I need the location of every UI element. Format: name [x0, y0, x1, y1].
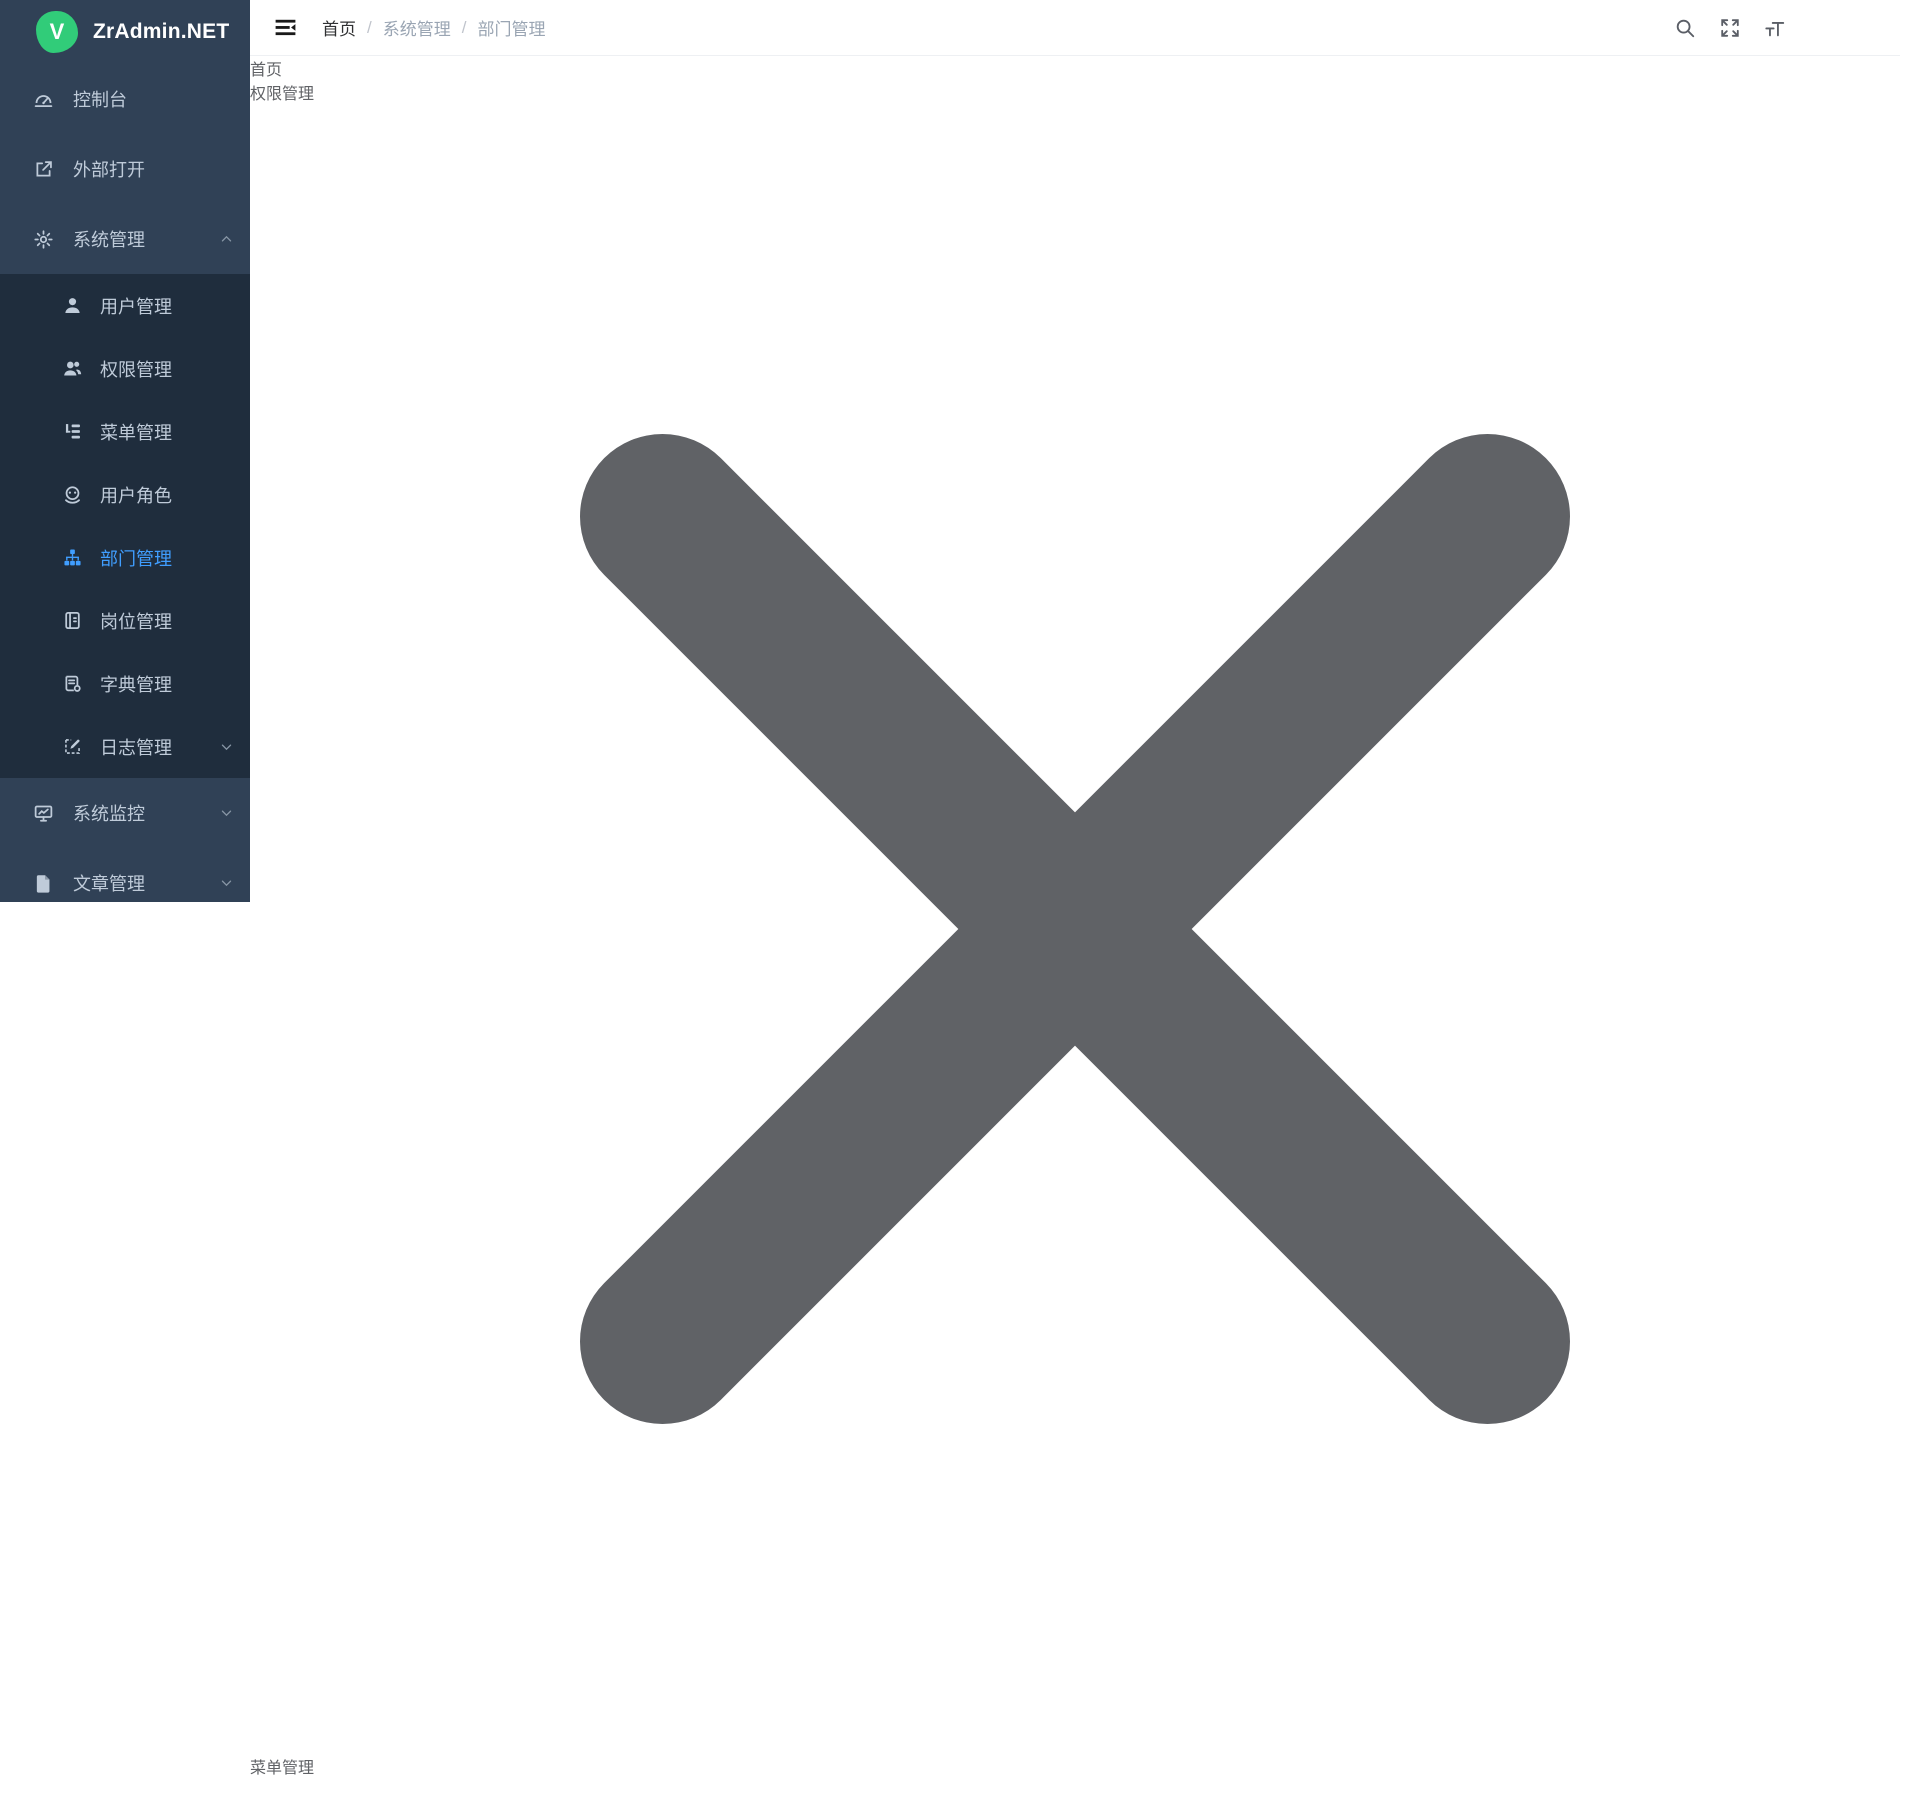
collapse-sidebar-icon[interactable] — [273, 15, 298, 40]
sidebar-item-label: 权限管理 — [100, 356, 172, 382]
tab-label: 首页 — [250, 62, 282, 79]
external-link-icon — [33, 159, 54, 180]
tab-菜单管理[interactable]: 菜单管理 — [250, 1754, 1900, 1804]
sidebar-item-系统管理[interactable]: 系统管理 — [0, 204, 250, 274]
close-icon[interactable] — [250, 1778, 1900, 1804]
chevron-down-icon — [219, 806, 234, 821]
menu-list-icon — [62, 421, 83, 442]
robot-icon — [62, 484, 83, 505]
sidebar-item-文章管理[interactable]: 文章管理 — [0, 848, 250, 918]
breadcrumb-separator: / — [462, 18, 467, 38]
sidebar-item-用户角色[interactable]: 用户角色 — [0, 463, 250, 526]
article-icon — [33, 873, 54, 894]
user-icon — [62, 295, 83, 316]
sidebar-item-部门管理[interactable]: 部门管理 — [0, 526, 250, 589]
gear-icon — [33, 229, 54, 250]
tags-view-bar: 首页权限管理菜单管理用户角色部门管理 — [250, 56, 1900, 1804]
sidebar-item-菜单管理[interactable]: 菜单管理 — [0, 400, 250, 463]
sidebar-item-label: 菜单管理 — [100, 419, 172, 445]
tab-首页[interactable]: 首页 — [250, 56, 1900, 80]
close-icon[interactable] — [250, 104, 1900, 1754]
sidebar-item-权限管理[interactable]: 权限管理 — [0, 337, 250, 400]
sidebar-menu: 控制台外部打开系统管理用户管理权限管理菜单管理用户角色部门管理岗位管理字典管理日… — [0, 64, 250, 918]
monitor-icon — [33, 803, 54, 824]
sidebar-item-用户管理[interactable]: 用户管理 — [0, 274, 250, 337]
font-size-icon[interactable] — [1764, 17, 1786, 39]
sidebar-item-label: 字典管理 — [100, 671, 172, 697]
chevron-up-icon — [219, 232, 234, 247]
users-icon — [62, 358, 83, 379]
sidebar: V ZrAdmin.NET 控制台外部打开系统管理用户管理权限管理菜单管理用户角… — [0, 0, 250, 902]
fullscreen-icon[interactable] — [1719, 17, 1741, 39]
sidebar-item-label: 系统监控 — [73, 800, 145, 826]
app-logo-icon: V — [36, 11, 78, 53]
sidebar-item-日志管理[interactable]: 日志管理 — [0, 715, 250, 778]
sidebar-item-外部打开[interactable]: 外部打开 — [0, 134, 250, 204]
app-title: ZrAdmin.NET — [93, 20, 229, 44]
org-tree-icon — [62, 547, 83, 568]
header-actions — [1674, 6, 1876, 50]
breadcrumb-item[interactable]: 首页 — [322, 15, 356, 40]
dictionary-icon — [62, 673, 83, 694]
log-icon — [62, 736, 83, 757]
user-avatar[interactable] — [1809, 6, 1853, 50]
chevron-down-icon — [219, 739, 234, 754]
sidebar-item-岗位管理[interactable]: 岗位管理 — [0, 589, 250, 652]
sidebar-item-label: 控制台 — [73, 86, 127, 112]
top-header: 首页 / 系统管理 / 部门管理 — [250, 0, 1900, 56]
app-logo[interactable]: V ZrAdmin.NET — [0, 0, 250, 64]
sidebar-item-label: 系统管理 — [73, 226, 145, 252]
sidebar-item-label: 用户管理 — [100, 293, 172, 319]
breadcrumb-item[interactable]: 系统管理 — [383, 15, 451, 40]
tab-label: 权限管理 — [250, 86, 314, 103]
sidebar-item-label: 用户角色 — [100, 482, 172, 508]
breadcrumb-separator: / — [367, 18, 372, 38]
breadcrumb: 首页 / 系统管理 / 部门管理 — [322, 15, 545, 40]
breadcrumb-item[interactable]: 部门管理 — [477, 15, 545, 40]
sidebar-item-label: 部门管理 — [100, 545, 172, 571]
sidebar-item-label: 岗位管理 — [100, 608, 172, 634]
search-icon[interactable] — [1674, 17, 1696, 39]
sidebar-item-控制台[interactable]: 控制台 — [0, 64, 250, 134]
sidebar-item-label: 外部打开 — [73, 156, 145, 182]
sidebar-item-字典管理[interactable]: 字典管理 — [0, 652, 250, 715]
tab-权限管理[interactable]: 权限管理 — [250, 80, 1900, 1754]
badge-icon — [62, 610, 83, 631]
sidebar-item-label: 日志管理 — [100, 734, 172, 760]
tab-label: 菜单管理 — [250, 1760, 314, 1777]
chevron-down-icon — [219, 876, 234, 891]
sidebar-item-系统监控[interactable]: 系统监控 — [0, 778, 250, 848]
dashboard-icon — [33, 89, 54, 110]
sidebar-item-label: 文章管理 — [73, 870, 145, 896]
main-area: 首页/系统管理/部门管理 首页权限管理菜单管理用户角色部门管理 部门名称 状态 … — [250, 0, 1900, 902]
